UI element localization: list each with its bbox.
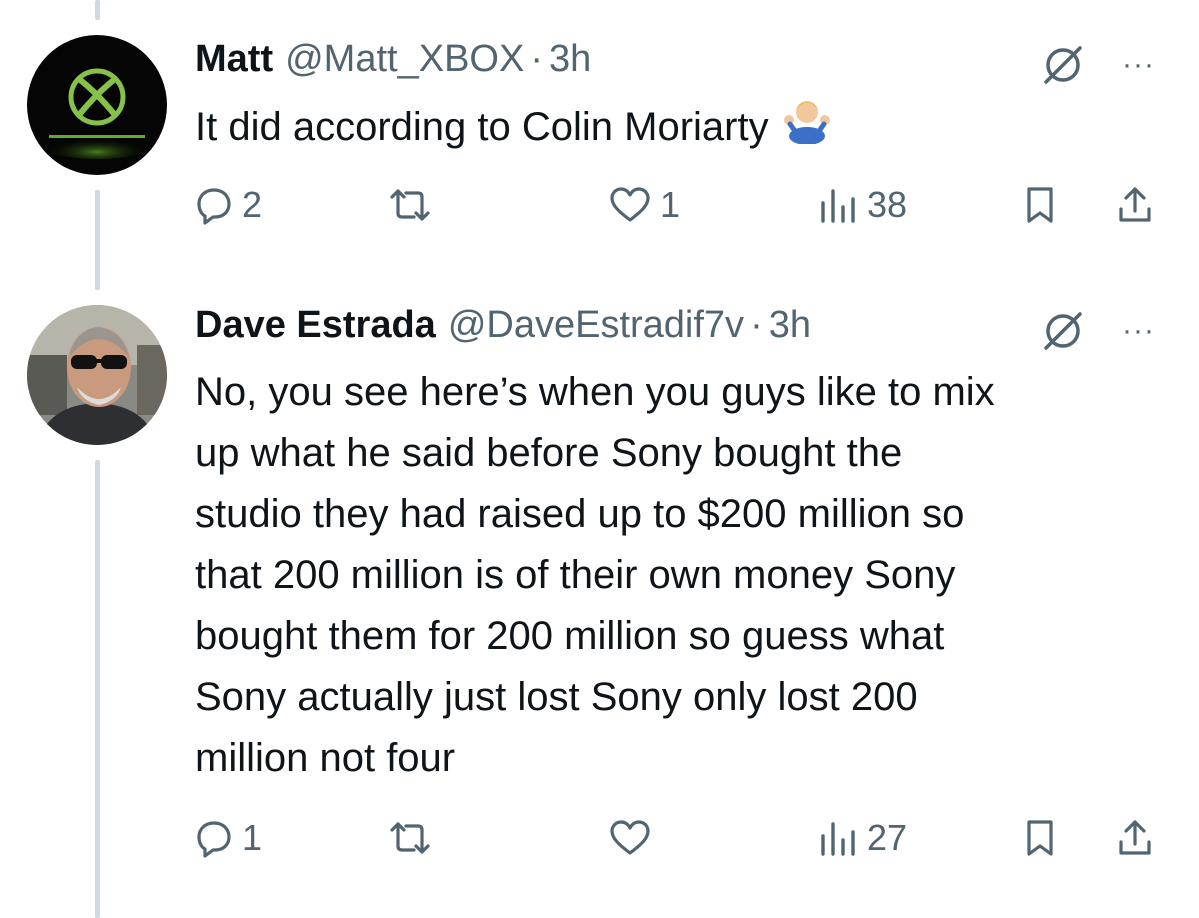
tweet-text-line: studio they had raised up to $200 millio… [195,492,965,536]
tweet-corner-controls: ··· [1040,42,1155,88]
bookmark-icon [1027,187,1053,223]
reply-button[interactable]: 2 [194,175,262,235]
avatar[interactable] [27,35,167,175]
grok-icon[interactable] [1040,308,1086,354]
separator-dot: · [750,304,763,346]
tweet-text-line: million not four [195,736,456,780]
share-icon [1119,187,1151,222]
xbox-logo-icon [27,35,167,175]
share-button[interactable] [1115,175,1155,235]
views-chart-icon [821,822,855,856]
views-button[interactable]: 38 [815,175,907,235]
share-button[interactable] [1115,808,1155,868]
reply-count: 1 [242,817,263,858]
separator-dot: · [530,38,543,80]
tweet-text-line: up what he said before Sony bought the [195,431,903,475]
display-name[interactable]: Matt [195,38,273,81]
tweet-action-bar: 1 27 [190,808,1165,868]
share-icon [1119,820,1151,855]
retweet-button[interactable] [386,175,442,235]
tweet-body: It did according to Colin Moriarty [195,92,833,162]
tweet-text: It did according to Colin Moriarty [195,104,769,149]
tweet-text-line: bought them for 200 million so guess wha… [195,614,945,658]
view-count: 38 [867,184,908,225]
tweet-header: Dave Estrada @DaveEstradif7v · 3h [195,304,811,347]
like-button[interactable] [608,808,660,868]
views-button[interactable]: 27 [815,808,907,868]
user-handle[interactable]: @DaveEstradif7v [448,304,744,347]
more-options-icon[interactable]: ··· [1122,316,1155,346]
grok-icon[interactable] [1040,42,1086,88]
like-count: 1 [660,184,681,225]
retweet-icon [390,822,430,854]
tweet-text-line: that 200 million is of their own money S… [195,553,956,597]
avatar[interactable] [27,305,167,445]
bookmark-icon [1027,820,1053,856]
more-options-icon[interactable]: ··· [1122,50,1155,80]
reply-count: 2 [242,184,263,225]
tweet-corner-controls: ··· [1040,308,1155,354]
heart-icon [610,820,650,855]
views-chart-icon [821,189,855,223]
bookmark-button[interactable] [1020,175,1060,235]
bookmark-button[interactable] [1020,808,1060,868]
timestamp[interactable]: 3h [769,304,811,347]
view-count: 27 [867,817,908,858]
timestamp[interactable]: 3h [549,38,591,81]
reply-icon [197,821,231,858]
heart-icon [610,187,650,222]
user-handle[interactable]: @Matt_XBOX [285,38,524,81]
like-button[interactable]: 1 [608,175,680,235]
tweet-body: No, you see here’s when you guys like to… [195,362,995,789]
reply-icon [197,188,231,225]
thread-line-middle [95,190,100,290]
retweet-button[interactable] [386,808,442,868]
tweet-header: Matt @Matt_XBOX · 3h [195,38,591,81]
tweet-text-line: No, you see here’s when you guys like to… [195,370,995,414]
thread-line-top [95,0,100,20]
tweet-text-line: Sony actually just lost Sony only lost 2… [195,675,918,719]
thread-line-bottom [95,460,100,918]
retweet-icon [390,189,430,221]
man-with-sunglasses-avatar-icon [27,305,167,445]
person-shrugging-emoji-icon [781,92,833,162]
reply-button[interactable]: 1 [194,808,262,868]
display-name[interactable]: Dave Estrada [195,304,436,347]
tweet-action-bar: 2 1 38 [190,175,1165,235]
